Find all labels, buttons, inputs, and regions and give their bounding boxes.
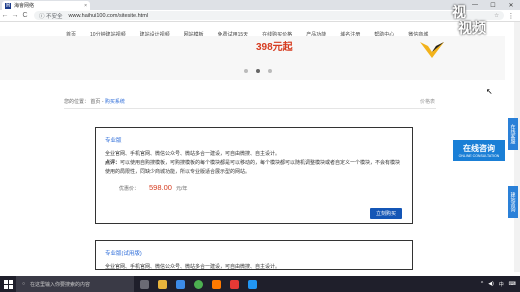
task-view-icon[interactable] (140, 279, 149, 289)
tab-title: 海會网络 (14, 3, 35, 9)
app-icon[interactable] (212, 279, 221, 289)
security-label[interactable]: ⓘ 不安全 (39, 12, 63, 20)
review-label: 点评： (105, 160, 121, 166)
app-icon[interactable] (248, 279, 257, 289)
mouse-cursor-icon: ↖ (486, 87, 493, 96)
hero-banner[interactable]: 398元起 (0, 36, 505, 80)
tab-close-icon[interactable]: × (84, 3, 87, 9)
url-input[interactable]: ⓘ 不安全 www.haihui100.com/sitesite.html ☆ (34, 11, 504, 20)
carousel-dot[interactable] (268, 69, 272, 73)
side-tab-consult[interactable]: 建站咨询 (508, 186, 518, 218)
consult-title: 在线咨询 (463, 144, 495, 153)
windows-taskbar: ○ 在这里输入你要搜索的内容 (0, 276, 520, 292)
file-explorer-icon[interactable] (158, 279, 167, 289)
carousel-dot[interactable] (244, 69, 248, 73)
carousel-dot-active[interactable] (256, 69, 260, 73)
breadcrumb-current[interactable]: 购买系统 (105, 99, 125, 105)
online-consult-button[interactable]: 在线咨询 ONLINE CONSULTATION (452, 139, 506, 162)
side-tab-service[interactable]: 在线客服 (508, 118, 518, 150)
site-favicon-icon: H (5, 2, 11, 9)
buy-now-button[interactable]: 立刻购买 (369, 208, 402, 219)
browser-tab[interactable]: H 海會网络 × (2, 1, 90, 10)
tray-expand-icon[interactable]: ^ (481, 281, 483, 287)
plan-title: 专业版 (105, 138, 122, 144)
plan-description: 全业官网、手机官网、微信公众号、微站多合一建设，可自由微搜、自主设计。 (105, 151, 281, 157)
app-icon[interactable] (230, 279, 239, 289)
divider (64, 108, 436, 109)
breadcrumb-prefix: 您的位置： (64, 99, 90, 105)
taskbar-search-input[interactable]: ○ 在这里输入你要搜索的内容 (16, 276, 134, 292)
plan-card-pro: 专业版 全业官网、手机官网、微信公众号、微站多合一建设，可自由微搜、自主设计。 … (95, 127, 413, 224)
plan-card-trial: 专业版(试用版) 全业官网、手机官网、微信公众号、微站多合一建设，可自由微搜、自… (95, 240, 413, 270)
plan-review: 点评：可以使用自购搜模板，可购搜模板的每个模块都是可以移动的，每个模块都可以随机… (105, 159, 403, 177)
reload-button[interactable]: C (20, 12, 30, 19)
breadcrumb-home[interactable]: 首页 (90, 99, 100, 105)
address-bar: ← → C ⓘ 不安全 www.haihui100.com/sitesite.h… (0, 10, 520, 22)
breadcrumb: 您的位置： 首页 - 购买系统 (64, 98, 125, 105)
ime-indicator[interactable]: 中 (499, 281, 504, 288)
search-icon: ○ (22, 281, 26, 287)
volume-icon[interactable]: ◀) (488, 281, 494, 287)
start-button[interactable] (0, 276, 16, 292)
price-label: 优惠价： (119, 186, 140, 192)
plan-title: 专业版(试用版) (105, 251, 142, 257)
banner-logo-icon (420, 42, 444, 58)
keyboard-icon[interactable]: ⌨ (509, 281, 516, 287)
browser-tab-bar: H 海會网络 × — ☐ ✕ (0, 0, 520, 10)
store-icon[interactable] (176, 279, 185, 289)
watermark-line2: 视频 (458, 20, 486, 36)
taskbar-search-placeholder: 在这里输入你要搜索的内容 (30, 281, 91, 288)
chrome-icon[interactable] (194, 279, 203, 289)
url-text: www.haihui100.com/sitesite.html (68, 12, 149, 19)
banner-price: 398元起 (256, 42, 293, 53)
price-value: 598.00 (149, 183, 172, 192)
video-watermark: 视 视频 (452, 0, 508, 56)
back-button[interactable]: ← (0, 12, 10, 19)
review-text: 可以使用自购搜模板，可购搜模板的每个模块都是可以移动的，每个模块都可以随机调整模… (105, 160, 401, 175)
taskbar-apps (140, 279, 257, 289)
forward-button[interactable]: → (10, 12, 20, 19)
plan-description: 全业官网、手机官网、微信公众号、微站多合一建设，可自由微搜、自主设计。 (105, 264, 281, 270)
price-unit: 元/年 (175, 186, 188, 192)
consult-subtitle: ONLINE CONSULTATION (458, 154, 500, 158)
breadcrumb-right: 价格表 (420, 99, 436, 105)
price-row: 优惠价： 598.00 元/年 (105, 183, 403, 192)
windows-logo-icon (3, 279, 13, 289)
system-tray: ^ ◀) 中 ⌨ (481, 276, 516, 292)
carousel-dots (244, 69, 272, 73)
